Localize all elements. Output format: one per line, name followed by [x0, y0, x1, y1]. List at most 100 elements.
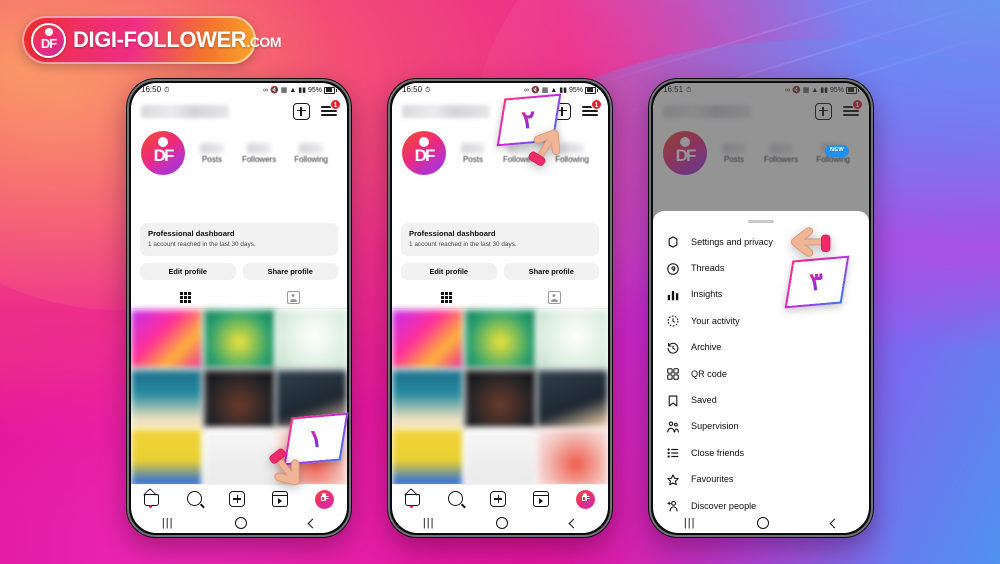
hamburger-menu-icon[interactable]: 1 [582, 99, 602, 117]
grid-cell[interactable] [276, 310, 347, 369]
home-icon[interactable] [144, 491, 160, 508]
mute-icon: 🔇 [530, 86, 540, 94]
menu-item-qr-code[interactable]: QR code [653, 361, 869, 387]
grid-cell[interactable] [464, 369, 536, 428]
tab-grid[interactable] [131, 288, 239, 308]
profile-avatar-icon[interactable]: DF [575, 489, 595, 509]
home-circle-icon[interactable] [496, 517, 509, 529]
logo-badge-head [44, 27, 53, 36]
menu-item-favourites[interactable]: Favourites [653, 467, 869, 493]
step-callout-3: ۳ [784, 255, 850, 309]
battery-percent: 95% [307, 86, 322, 94]
stat-followers[interactable]: Followers [241, 142, 277, 164]
share-profile-button[interactable]: Share profile [503, 262, 599, 280]
professional-dashboard-card[interactable]: Professional dashboard 1 account reached… [140, 223, 338, 256]
share-profile-button[interactable]: Share profile [242, 262, 338, 280]
bottom-navigation: DF [131, 484, 347, 513]
grid-tab-icon [440, 292, 452, 304]
back-icon[interactable] [307, 518, 318, 528]
recents-icon[interactable]: ||| [684, 517, 696, 529]
grid-cell[interactable] [537, 429, 608, 488]
close-friends-list-icon [666, 446, 680, 460]
stat-following[interactable]: Following [294, 142, 328, 164]
reels-icon[interactable] [272, 491, 289, 507]
logo-text-main: DIGI-FOLLOWER [73, 27, 247, 52]
sheet-grabber[interactable] [748, 220, 774, 223]
home-icon[interactable] [405, 491, 421, 508]
bio-area [392, 177, 608, 223]
menu-item-settings-and-privacy[interactable]: Settings and privacy [653, 229, 869, 255]
gear-icon [666, 235, 680, 249]
stat-posts[interactable]: Posts [199, 142, 224, 164]
grid-cell[interactable] [464, 429, 536, 488]
grid-cell[interactable] [203, 429, 275, 488]
grid-tab-icon [179, 292, 191, 304]
grid-cell[interactable] [131, 310, 202, 369]
stat-followers[interactable]: Followers [503, 142, 537, 164]
grid-cell[interactable] [203, 310, 275, 369]
logo-text: DIGI-FOLLOWER.COM [73, 27, 282, 52]
profile-avatar-icon[interactable]: DF [314, 489, 334, 509]
plus-square-icon[interactable] [293, 102, 310, 120]
menu-item-label: Favourites [691, 474, 734, 485]
menu-item-close-friends[interactable]: Close friends [653, 440, 869, 466]
grid-cell[interactable] [131, 369, 202, 428]
grid-cell[interactable] [392, 310, 463, 369]
recents-icon[interactable]: ||| [423, 517, 435, 529]
back-icon[interactable] [568, 518, 579, 528]
dashboard-title: Professional dashboard [148, 229, 235, 238]
create-icon[interactable] [490, 491, 507, 507]
home-circle-icon[interactable] [235, 517, 248, 529]
tab-grid[interactable] [392, 288, 500, 308]
search-icon[interactable] [447, 491, 464, 507]
create-icon[interactable] [229, 491, 246, 507]
menu-item-your-activity[interactable]: Your activity [653, 308, 869, 334]
username-blurred [141, 104, 229, 118]
menu-item-supervision[interactable]: Supervision [653, 414, 869, 440]
step-number: ۱ [307, 424, 325, 453]
search-icon[interactable] [186, 491, 203, 507]
stat-label: Followers [241, 154, 277, 164]
qr-code-icon [666, 367, 680, 381]
home-circle-icon[interactable] [757, 517, 770, 529]
grid-cell[interactable] [203, 369, 275, 428]
menu-notification-badge: 1 [330, 99, 341, 110]
stat-following[interactable]: Following [555, 142, 589, 164]
menu-item-archive[interactable]: Archive [653, 335, 869, 361]
vpn-icon: ∞ [262, 86, 268, 94]
menu-item-saved[interactable]: Saved [653, 387, 869, 413]
dashboard-subtitle: 1 account reached in the last 30 days. [409, 240, 517, 248]
edit-profile-button[interactable]: Edit profile [140, 262, 236, 280]
back-icon[interactable] [829, 518, 840, 528]
grid-cell[interactable] [392, 429, 463, 488]
signal-icon: ▮▮ [559, 86, 567, 94]
bookmark-icon [666, 394, 680, 408]
brand-logo: DF DIGI-FOLLOWER.COM [22, 16, 282, 64]
grid-cell[interactable] [464, 310, 536, 369]
reels-icon[interactable] [533, 491, 550, 507]
recents-icon[interactable]: ||| [162, 517, 174, 529]
discover-people-icon [666, 499, 680, 513]
tab-tagged[interactable] [239, 288, 347, 308]
profile-row: DF Posts Followers Following [131, 125, 347, 177]
profile-action-buttons: Edit profile Share profile [140, 262, 338, 280]
grid-cell[interactable] [537, 369, 608, 428]
profile-avatar[interactable]: DF [402, 131, 446, 175]
header-icons: 1 [293, 99, 341, 120]
profile-action-buttons: Edit profile Share profile [401, 262, 599, 280]
hamburger-menu-icon[interactable]: 1 [321, 99, 341, 117]
stat-label: Following [294, 154, 328, 164]
tab-tagged[interactable] [500, 288, 608, 308]
grid-cell[interactable] [392, 369, 463, 428]
tagged-tab-icon [547, 291, 561, 305]
professional-dashboard-card[interactable]: Professional dashboard 1 account reached… [401, 223, 599, 256]
android-nav-bar: ||| [653, 513, 869, 533]
grid-cell[interactable] [131, 429, 202, 488]
stat-posts[interactable]: Posts [460, 142, 485, 164]
profile-avatar[interactable]: DF [141, 131, 185, 175]
status-time: 16:50 [141, 85, 162, 94]
status-bar: 16:50 ⏱ ∞ 🔇 ▦ ▲ ▮▮ 95% [392, 83, 608, 97]
edit-profile-button[interactable]: Edit profile [401, 262, 497, 280]
instagram-header: 1 [131, 97, 347, 125]
grid-cell[interactable] [537, 310, 608, 369]
